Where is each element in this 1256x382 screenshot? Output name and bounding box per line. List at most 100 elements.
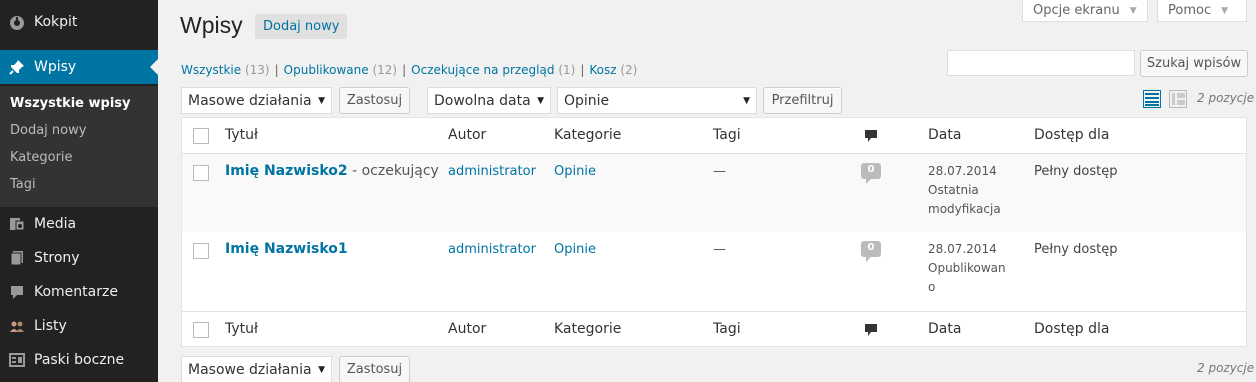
column-categories: Kategorie: [554, 321, 622, 337]
submenu-tags[interactable]: Tagi: [10, 177, 36, 192]
menu-label: Paski boczne: [34, 352, 125, 368]
add-new-button[interactable]: Dodaj nowy: [255, 14, 348, 39]
view-count: (13): [244, 63, 270, 77]
category-link[interactable]: Opinie: [554, 164, 596, 179]
comment-count-bubble[interactable]: 0: [861, 241, 881, 262]
comment-column-icon[interactable]: [864, 323, 878, 337]
date-status: Opublikowan: [928, 261, 1006, 275]
menu-item-paski-boczne[interactable]: Paski boczne: [0, 343, 158, 377]
column-date[interactable]: Data: [928, 127, 961, 143]
author-link[interactable]: administrator: [448, 242, 536, 257]
view-all[interactable]: Wszystkie: [181, 63, 241, 77]
tags-cell: —: [713, 164, 726, 179]
select-all-checkbox[interactable]: [193, 128, 209, 144]
column-title[interactable]: Tytuł: [225, 127, 258, 143]
category-filter-select[interactable]: Opinie ▼: [557, 87, 757, 114]
access-cell: Pełny dostęp: [1034, 164, 1118, 179]
list-view-icon[interactable]: [1143, 90, 1161, 108]
page-title: Wpisy: [180, 12, 243, 38]
comments-icon: [9, 284, 25, 300]
comment-count-bubble[interactable]: 0: [861, 163, 881, 184]
caret-down-icon: ▼: [318, 365, 325, 375]
menu-item-strony[interactable]: Strony: [0, 241, 158, 275]
comment-count: 0: [867, 164, 875, 175]
pin-icon: [9, 59, 25, 75]
view-trash[interactable]: Kosz: [589, 63, 616, 77]
column-tags: Tagi: [713, 321, 741, 337]
screen-options-tab[interactable]: Opcje ekranu ▼: [1022, 0, 1148, 22]
caret-down-icon: ▼: [537, 96, 544, 106]
excerpt-view-icon[interactable]: [1169, 90, 1187, 108]
menu-label: Kokpit: [34, 14, 78, 30]
help-tab[interactable]: Pomoc ▼: [1157, 0, 1247, 22]
comment-column-icon[interactable]: [864, 129, 878, 143]
filter-button[interactable]: Przefiltruj: [763, 87, 842, 114]
table-header: Tytuł Autor Kategorie Tagi Data Dostęp d…: [182, 118, 1246, 154]
admin-sidebar: Kokpit Wpisy Wszystkie wpisy Dodaj nowy …: [0, 0, 158, 382]
date-status: Ostatnia: [928, 183, 979, 197]
row-checkbox[interactable]: [193, 243, 209, 259]
post-state: - oczekujący: [347, 163, 439, 179]
caret-down-icon: ▼: [1221, 5, 1229, 16]
column-author: Autor: [448, 127, 487, 143]
bulk-actions-value: Masowe działania: [188, 92, 312, 109]
view-pending[interactable]: Oczekujące na przegląd: [411, 63, 554, 77]
caret-down-icon: ▼: [1129, 5, 1137, 16]
menu-item-komentarze[interactable]: Komentarze: [0, 275, 158, 309]
bulk-actions-select[interactable]: Masowe działania ▼: [181, 87, 332, 114]
menu-item-listy[interactable]: Listy: [0, 309, 158, 343]
menu-label: Media: [34, 216, 77, 232]
date-status: o: [928, 280, 936, 294]
separator: |: [274, 63, 279, 77]
column-categories: Kategorie: [554, 127, 622, 143]
caret-down-icon: ▼: [743, 96, 750, 106]
author-link[interactable]: administrator: [448, 164, 536, 179]
menu-item-media[interactable]: Media: [0, 207, 158, 241]
post-title-link[interactable]: Imię Nazwisko2: [225, 163, 348, 179]
post-title-cell: Imię Nazwisko1: [225, 241, 348, 257]
menu-label: Komentarze: [34, 284, 118, 300]
menu-item-wpisy[interactable]: Wpisy: [0, 50, 158, 84]
bulk-actions-select-bottom[interactable]: Masowe działania ▼: [181, 356, 332, 382]
access-cell: Pełny dostęp: [1034, 242, 1118, 257]
apply-button-bottom[interactable]: Zastosuj: [339, 356, 410, 382]
post-title-cell: Imię Nazwisko2 - oczekujący: [225, 163, 439, 179]
sidebars-icon: [9, 352, 25, 368]
post-status-filters: Wszystkie (13) | Opublikowane (12) | Oczekuj…: [181, 63, 637, 77]
post-date: 28.07.2014: [928, 242, 997, 256]
submenu-categories[interactable]: Kategorie: [10, 150, 73, 165]
column-title[interactable]: Tytuł: [225, 321, 258, 337]
submenu-add-new[interactable]: Dodaj nowy: [10, 123, 86, 138]
menu-item-kokpit[interactable]: Kokpit: [0, 5, 158, 39]
row-checkbox[interactable]: [193, 165, 209, 181]
date-filter-select[interactable]: Dowolna data ▼: [427, 87, 551, 114]
select-all-checkbox[interactable]: [193, 322, 209, 338]
post-title-link[interactable]: Imię Nazwisko1: [225, 241, 348, 257]
menu-label: Strony: [34, 250, 80, 266]
caret-down-icon: ▼: [318, 96, 325, 106]
view-count: (1): [558, 63, 576, 77]
pages-icon: [9, 250, 25, 266]
category-link[interactable]: Opinie: [554, 242, 596, 257]
separator: |: [580, 63, 585, 77]
apply-button[interactable]: Zastosuj: [339, 87, 410, 114]
column-tags: Tagi: [713, 127, 741, 143]
table-row: Imię Nazwisko1 administrator Opinie — 0 …: [182, 232, 1246, 311]
submenu: Wszystkie wpisy Dodaj nowy Kategorie Tag…: [0, 86, 158, 207]
column-author: Autor: [448, 321, 487, 337]
posts-table: Tytuł Autor Kategorie Tagi Data Dostęp d…: [181, 117, 1247, 347]
view-count: (2): [620, 63, 638, 77]
search-posts-button[interactable]: Szukaj wpisów: [1140, 50, 1248, 77]
column-date[interactable]: Data: [928, 321, 961, 337]
separator: |: [402, 63, 407, 77]
media-icon: [9, 216, 25, 232]
submenu-all-posts[interactable]: Wszystkie wpisy: [10, 96, 131, 111]
view-published[interactable]: Opublikowane: [284, 63, 369, 77]
help-label: Pomoc: [1168, 3, 1212, 18]
items-count-top: 2 pozycje: [1197, 91, 1255, 105]
column-access: Dostęp dla: [1034, 321, 1110, 337]
tags-cell: —: [713, 242, 726, 257]
search-input[interactable]: [947, 50, 1135, 76]
date-status: modyfikacja: [928, 202, 1001, 216]
items-count-bottom: 2 pozycje: [1197, 361, 1255, 375]
